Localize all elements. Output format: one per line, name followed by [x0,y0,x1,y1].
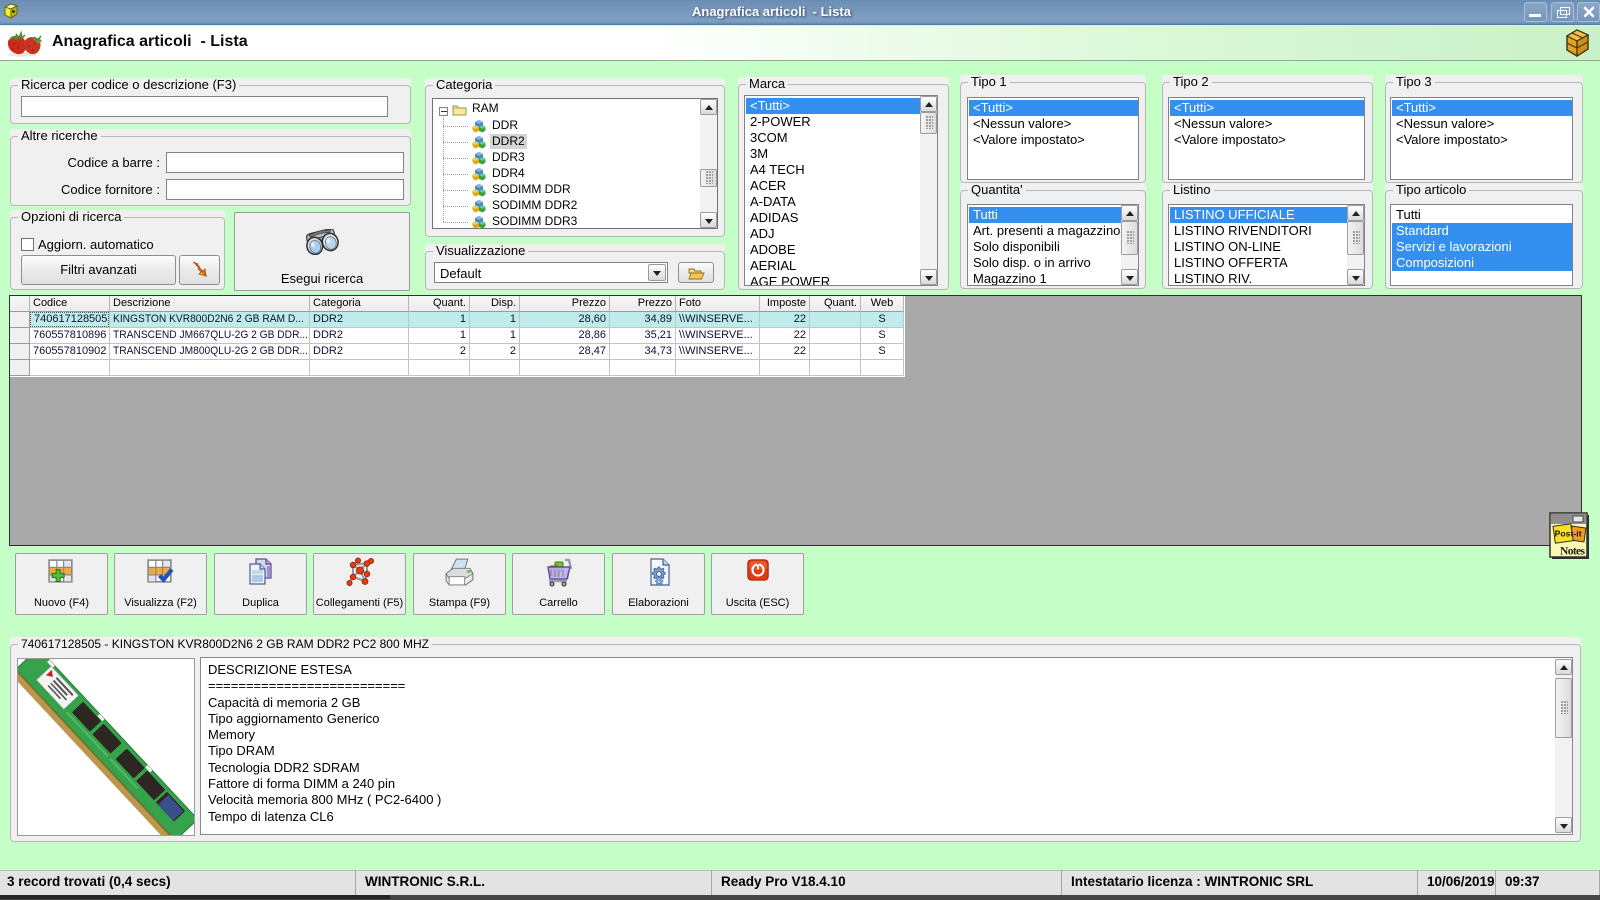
svg-text:Post-it: Post-it [1555,529,1582,539]
svg-text:Notes: Notes [1560,546,1586,558]
